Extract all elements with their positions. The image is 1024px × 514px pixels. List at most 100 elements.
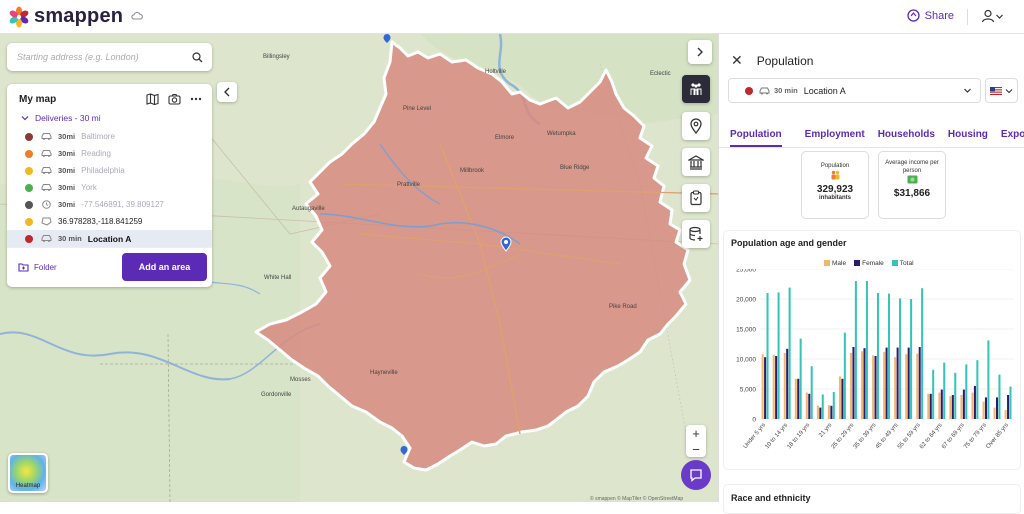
user-menu-button[interactable] [981, 9, 1004, 23]
bar-total[interactable] [799, 338, 802, 419]
bar-female[interactable] [907, 347, 910, 419]
bar-total[interactable] [987, 340, 990, 419]
area-list-item[interactable]: 36.978283,-118.841259 [7, 213, 212, 230]
bar-female[interactable] [973, 386, 976, 419]
expand-panel-button[interactable] [688, 40, 712, 64]
bar-female[interactable] [896, 347, 899, 419]
bar-total[interactable] [777, 292, 780, 419]
bar-male[interactable] [971, 392, 974, 419]
add-area-button[interactable]: Add an area [122, 253, 207, 281]
location-tool-button[interactable] [682, 112, 710, 140]
location-pin-icon[interactable] [383, 34, 391, 44]
bar-total[interactable] [821, 394, 824, 419]
bar-female[interactable] [863, 348, 866, 419]
legend-item-total[interactable]: Total [891, 260, 914, 267]
bar-male[interactable] [872, 355, 875, 419]
zoom-in-icon[interactable]: + [692, 426, 700, 441]
bar-total[interactable] [1009, 386, 1012, 419]
bar-male[interactable] [827, 405, 830, 419]
bar-female[interactable] [775, 356, 778, 419]
bar-female[interactable] [885, 347, 888, 419]
bar-total[interactable] [854, 281, 857, 419]
bar-male[interactable] [850, 353, 853, 419]
legend-item-female[interactable]: Female [854, 260, 884, 267]
bar-female[interactable] [786, 348, 789, 419]
bar-total[interactable] [766, 293, 769, 419]
location-pin-icon[interactable] [400, 446, 408, 456]
bar-male[interactable] [927, 393, 930, 419]
bar-male[interactable] [794, 378, 797, 419]
share-button[interactable]: Share [906, 9, 954, 22]
bar-total[interactable] [910, 299, 913, 419]
location-select[interactable]: 30 min Location A [728, 78, 981, 103]
bar-total[interactable] [921, 288, 924, 419]
bar-male[interactable] [761, 354, 764, 419]
area-list-item[interactable]: 30mi Baltimore [7, 128, 212, 145]
bar-total[interactable] [932, 369, 935, 419]
camera-icon[interactable] [168, 93, 181, 105]
bar-female[interactable] [808, 393, 811, 419]
new-folder-button[interactable]: Folder [18, 262, 57, 272]
bar-total[interactable] [876, 293, 879, 419]
bar-female[interactable] [940, 389, 943, 419]
bar-total[interactable] [843, 332, 846, 419]
bar-female[interactable] [995, 397, 999, 419]
clipboard-tool-button[interactable] [682, 184, 710, 212]
bar-female[interactable] [841, 378, 844, 419]
bar-female[interactable] [951, 395, 954, 419]
bar-male[interactable] [861, 351, 864, 419]
collapse-panel-button[interactable] [217, 82, 237, 102]
bar-female[interactable] [962, 389, 965, 419]
bar-total[interactable] [865, 281, 868, 419]
logo[interactable]: smappen [8, 5, 123, 28]
bar-total[interactable] [810, 366, 813, 419]
bar-male[interactable] [982, 401, 985, 419]
bar-male[interactable] [916, 353, 919, 419]
bar-male[interactable] [960, 395, 963, 419]
tab-households[interactable]: Households [867, 126, 935, 147]
bar-total[interactable] [887, 293, 891, 419]
bar-female[interactable] [819, 407, 822, 419]
bar-total[interactable] [976, 360, 979, 419]
population-tool-button[interactable] [682, 75, 710, 103]
bar-male[interactable] [816, 405, 819, 419]
bar-total[interactable] [832, 392, 835, 419]
bar-total[interactable] [965, 364, 968, 419]
bar-total[interactable] [943, 362, 946, 419]
bar-female[interactable] [830, 405, 833, 419]
address-search-input[interactable] [17, 52, 192, 62]
tab-housing[interactable]: Housing [937, 126, 988, 147]
bar-female[interactable] [797, 378, 800, 419]
bar-male[interactable] [894, 357, 897, 419]
chat-button[interactable] [681, 460, 711, 490]
legend-item-male[interactable]: Male [824, 260, 846, 267]
close-icon[interactable]: ✕ [731, 52, 743, 69]
bar-total[interactable] [954, 372, 957, 419]
bar-female[interactable] [874, 356, 877, 419]
bar-female[interactable] [852, 347, 855, 419]
bar-female[interactable] [764, 357, 767, 419]
bar-male[interactable] [938, 392, 941, 419]
area-list-item[interactable]: 30mi Philadelphia [7, 162, 212, 179]
area-list-item[interactable]: 30 min Location A [7, 230, 212, 247]
bar-female[interactable] [918, 347, 921, 419]
tab-population[interactable]: Population [730, 126, 782, 147]
bar-male[interactable] [805, 392, 808, 419]
data-import-button[interactable] [682, 220, 710, 248]
heatmap-toggle[interactable]: Heatmap [8, 453, 48, 493]
area-list-item[interactable]: 30mi Reading [7, 145, 212, 162]
bar-male[interactable] [783, 353, 786, 419]
area-list-item[interactable]: 30mi -77.546891, 39.809127 [7, 196, 212, 213]
tab-export[interactable]: Export [990, 126, 1024, 147]
bar-female[interactable] [1007, 395, 1010, 419]
search-icon[interactable] [192, 51, 203, 63]
bar-total[interactable] [899, 298, 902, 419]
bar-female[interactable] [984, 397, 987, 419]
area-list-item[interactable]: 30mi York [7, 179, 212, 196]
group-deliveries[interactable]: Deliveries - 30 mi [21, 113, 101, 123]
bar-male[interactable] [993, 407, 996, 419]
bar-total[interactable] [998, 374, 1001, 419]
bar-female[interactable] [929, 393, 932, 419]
map-icon[interactable] [146, 93, 159, 105]
tab-employment[interactable]: Employment [794, 126, 865, 147]
